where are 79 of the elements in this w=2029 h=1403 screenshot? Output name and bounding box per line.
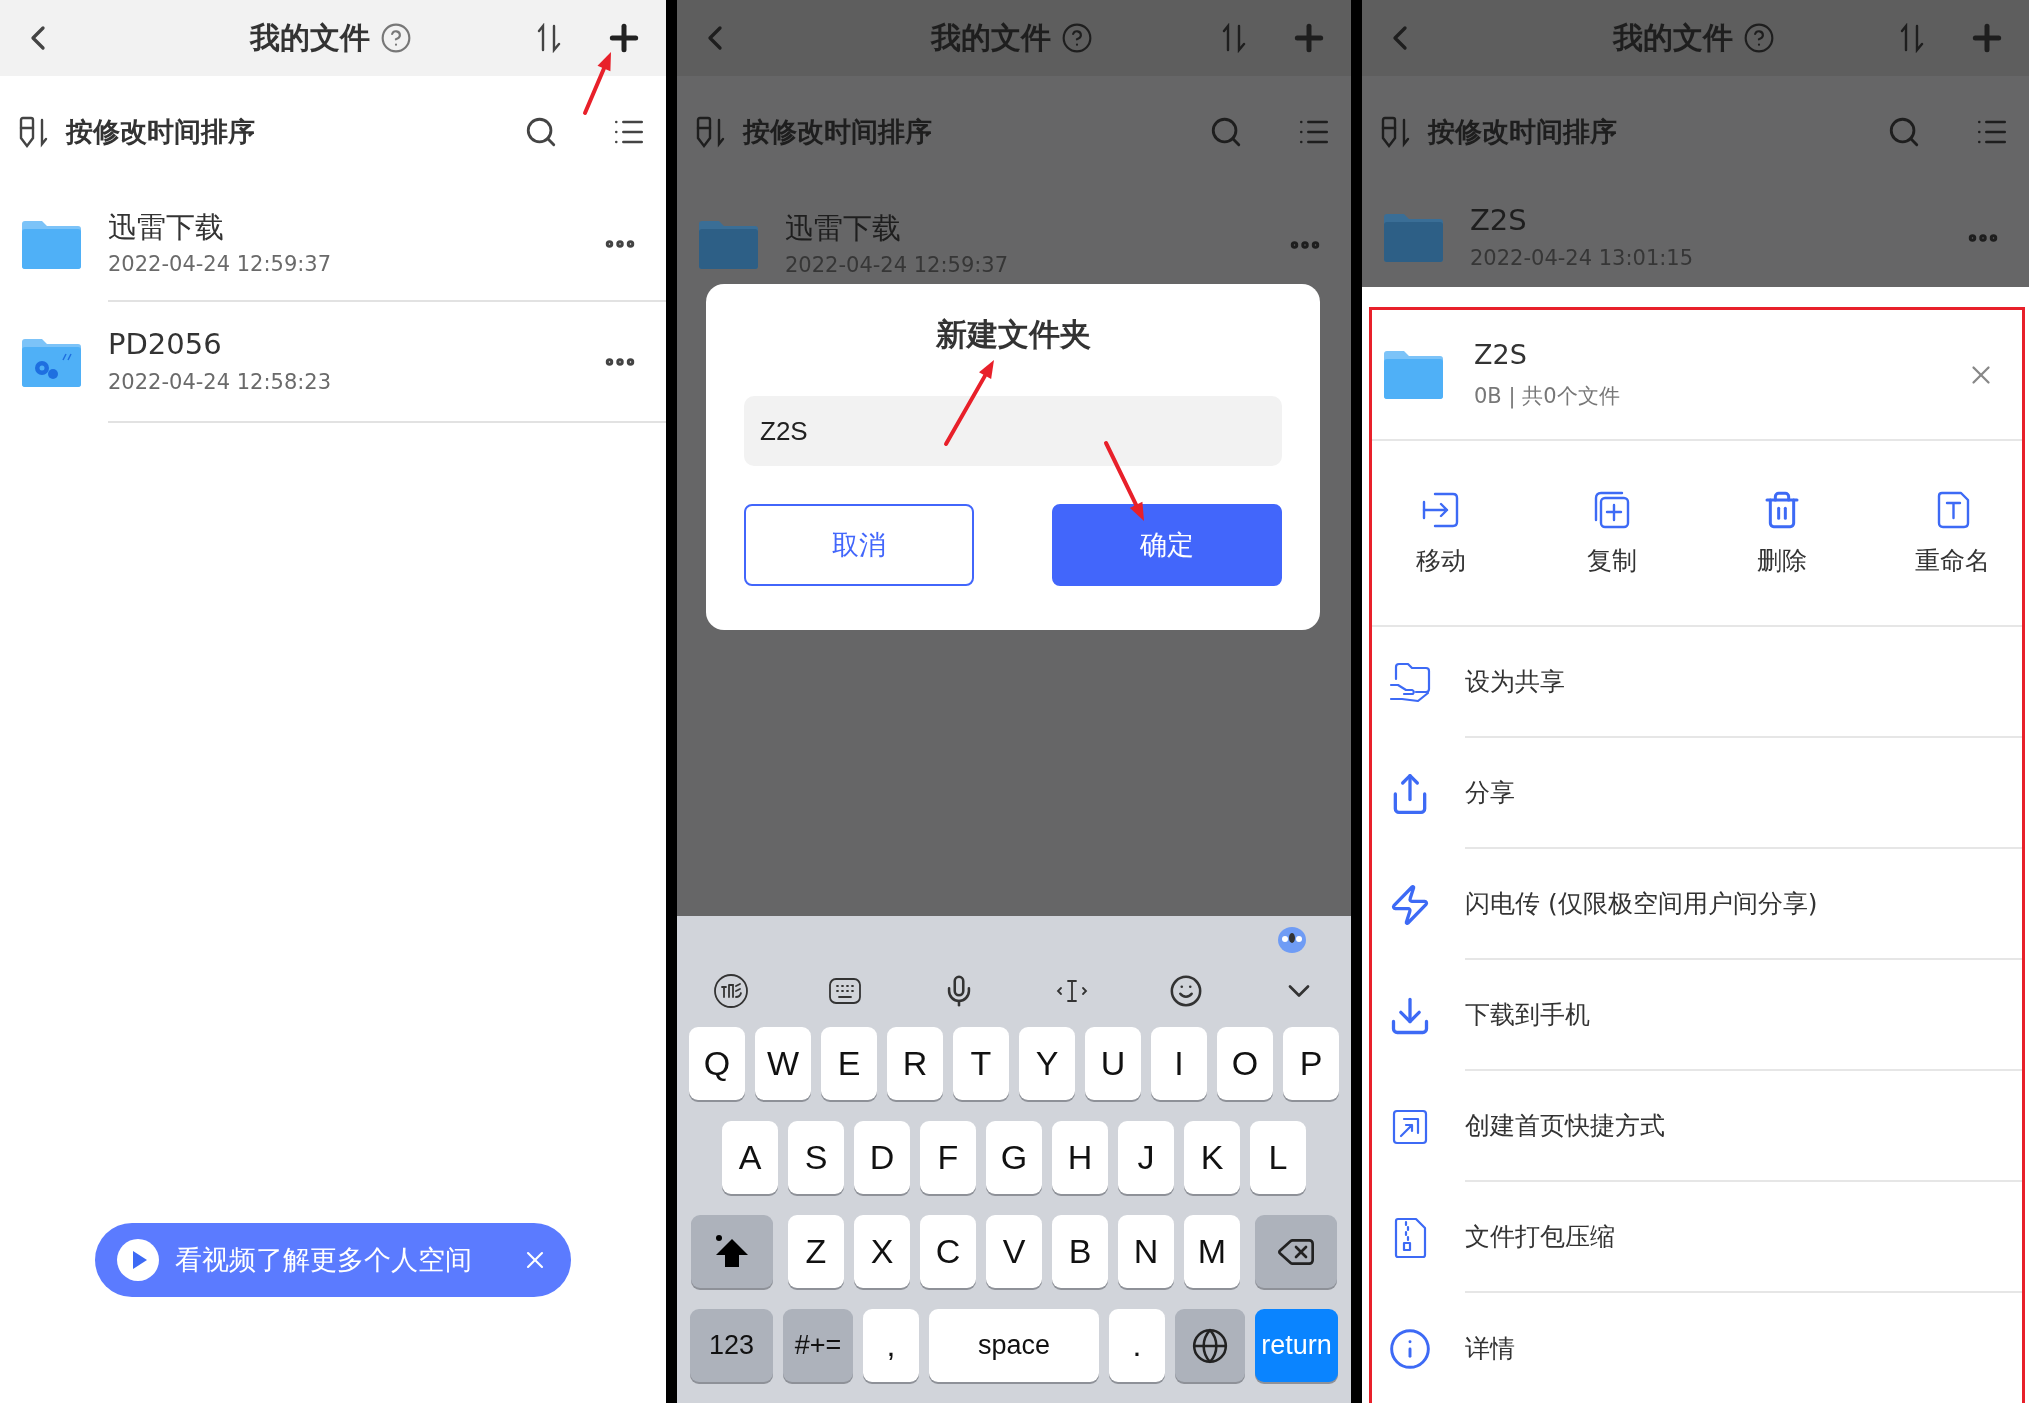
letter-key[interactable]: Y (1019, 1027, 1075, 1100)
sort-icon[interactable] (18, 116, 48, 148)
action-item[interactable]: 复制 (1561, 489, 1662, 577)
letter-key[interactable]: F (920, 1121, 976, 1194)
shift-key[interactable] (691, 1215, 773, 1288)
letter-key[interactable]: I (1151, 1027, 1207, 1100)
letter-key[interactable]: E (821, 1027, 877, 1100)
letter-key[interactable]: P (1283, 1027, 1339, 1100)
folder-icon (1382, 212, 1444, 263)
menu-item[interactable]: 详情 (1372, 1293, 2022, 1403)
help-icon[interactable] (380, 22, 412, 54)
letter-key[interactable]: C (920, 1215, 976, 1288)
letter-key[interactable]: L (1250, 1121, 1306, 1194)
letter-key[interactable]: R (887, 1027, 943, 1100)
page-title: 我的文件 (250, 18, 370, 57)
help-icon[interactable] (1061, 22, 1093, 54)
folder-icon (1382, 349, 1444, 400)
menu-item[interactable]: 设为共享 (1372, 627, 2022, 738)
punctuation-key[interactable]: , (863, 1309, 919, 1382)
letter-key[interactable]: S (788, 1121, 844, 1194)
shared-folder-icon (1388, 660, 1432, 705)
file-name[interactable]: 迅雷下载 (108, 211, 602, 244)
folder-icon (697, 220, 759, 270)
letter-key[interactable]: W (755, 1027, 811, 1100)
page-title: 我的文件 (931, 18, 1051, 57)
file-date: 2022-04-24 12:58:23 (108, 370, 333, 394)
punctuation-key[interactable]: . (1109, 1309, 1165, 1382)
globe-icon (1191, 1326, 1229, 1365)
folder-icon (20, 220, 82, 270)
folder-info: 0B | 共0个文件 (1474, 383, 1621, 410)
letter-key[interactable]: G (986, 1121, 1042, 1194)
letter-key[interactable]: B (1052, 1215, 1108, 1288)
menu-item[interactable]: 下载到手机 (1372, 960, 2022, 1071)
letter-key[interactable]: H (1052, 1121, 1108, 1194)
video-tip-banner[interactable]: 看视频了解更多个人空间 (95, 1223, 571, 1297)
menu-item[interactable]: 创建首页快捷方式 (1372, 1071, 2022, 1182)
cancel-button[interactable]: 取消 (744, 504, 974, 586)
letter-key[interactable]: U (1085, 1027, 1141, 1100)
space-key[interactable]: space (929, 1309, 1099, 1382)
letter-key[interactable]: Z (788, 1215, 844, 1288)
file-name[interactable]: PD2056 (108, 329, 602, 361)
letter-key[interactable]: K (1184, 1121, 1240, 1194)
folder-name: Z2S (1474, 339, 1528, 370)
letter-key[interactable]: V (986, 1215, 1042, 1288)
mode-key[interactable]: #+= (783, 1309, 853, 1382)
sort-label[interactable]: 按修改时间排序 (66, 114, 506, 150)
input-method-icon[interactable] (713, 972, 749, 1009)
letter-key[interactable]: J (1118, 1121, 1174, 1194)
letter-key[interactable]: T (953, 1027, 1009, 1100)
search-icon[interactable] (524, 115, 558, 149)
settings-folder-icon (20, 337, 82, 388)
delete-key[interactable] (1255, 1215, 1337, 1288)
page-title: 我的文件 (1612, 18, 1733, 57)
action-item[interactable]: 重命名 (1902, 489, 2003, 577)
menu-item[interactable]: 分享 (1372, 738, 2022, 849)
banner-text: 看视频了解更多个人空间 (175, 1243, 473, 1277)
mode-key[interactable]: 123 (690, 1309, 773, 1382)
letter-key[interactable]: Q (689, 1027, 745, 1100)
play-icon (117, 1239, 159, 1281)
info-icon (1388, 1326, 1432, 1371)
menu-item[interactable]: 文件打包压缩 (1372, 1182, 2022, 1293)
letter-key[interactable]: X (854, 1215, 910, 1288)
letter-key[interactable]: D (854, 1121, 910, 1194)
dialog-title: 新建文件夹 (935, 315, 1091, 354)
letter-key[interactable]: N (1118, 1215, 1174, 1288)
return-key[interactable]: return (1255, 1309, 1338, 1382)
letter-key[interactable]: O (1217, 1027, 1273, 1100)
action-item[interactable]: 删除 (1732, 489, 1833, 577)
emoji-icon[interactable] (1168, 973, 1203, 1008)
help-icon[interactable] (1742, 22, 1775, 54)
confirm-button[interactable]: 确定 (1052, 504, 1282, 586)
globe-key[interactable] (1175, 1309, 1245, 1382)
folder-name-field[interactable]: Z2S (744, 396, 1282, 466)
letter-key[interactable]: A (722, 1121, 778, 1194)
file-date: 2022-04-24 12:59:37 (108, 253, 333, 277)
letter-key[interactable]: M (1184, 1215, 1240, 1288)
action-item[interactable]: 移动 (1391, 489, 1491, 577)
mascot-icon (1277, 926, 1307, 955)
menu-item[interactable]: 闪电传 (仅限极空间用户间分享) (1372, 849, 2022, 960)
